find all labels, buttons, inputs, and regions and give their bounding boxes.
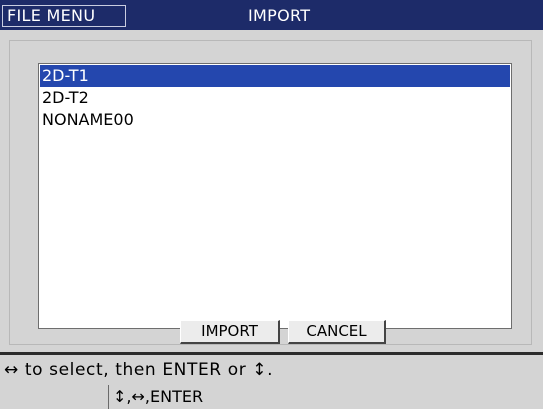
screen-title: IMPORT bbox=[248, 6, 311, 25]
list-item-2d-t1[interactable]: 2D-T1 bbox=[40, 65, 510, 87]
file-menu-tab[interactable]: FILE MENU bbox=[2, 5, 126, 27]
list-item-noname00[interactable]: NONAME00 bbox=[40, 109, 510, 131]
title-bar: FILE MENU IMPORT bbox=[0, 0, 543, 30]
list-item-2d-t2[interactable]: 2D-T2 bbox=[40, 87, 510, 109]
import-dialog: 2D-T1 2D-T2 NONAME00 IMPORT CANCEL bbox=[0, 30, 543, 352]
key-hint-bar: ↕,↔,ENTER bbox=[0, 385, 543, 409]
cancel-button[interactable]: CANCEL bbox=[288, 320, 386, 344]
file-listbox[interactable]: 2D-T1 2D-T2 NONAME00 bbox=[38, 63, 512, 329]
key-hint: ↕,↔,ENTER bbox=[108, 385, 353, 409]
help-instruction: ↔ to select, then ENTER or ↕. bbox=[0, 355, 543, 385]
import-button[interactable]: IMPORT bbox=[180, 320, 280, 344]
